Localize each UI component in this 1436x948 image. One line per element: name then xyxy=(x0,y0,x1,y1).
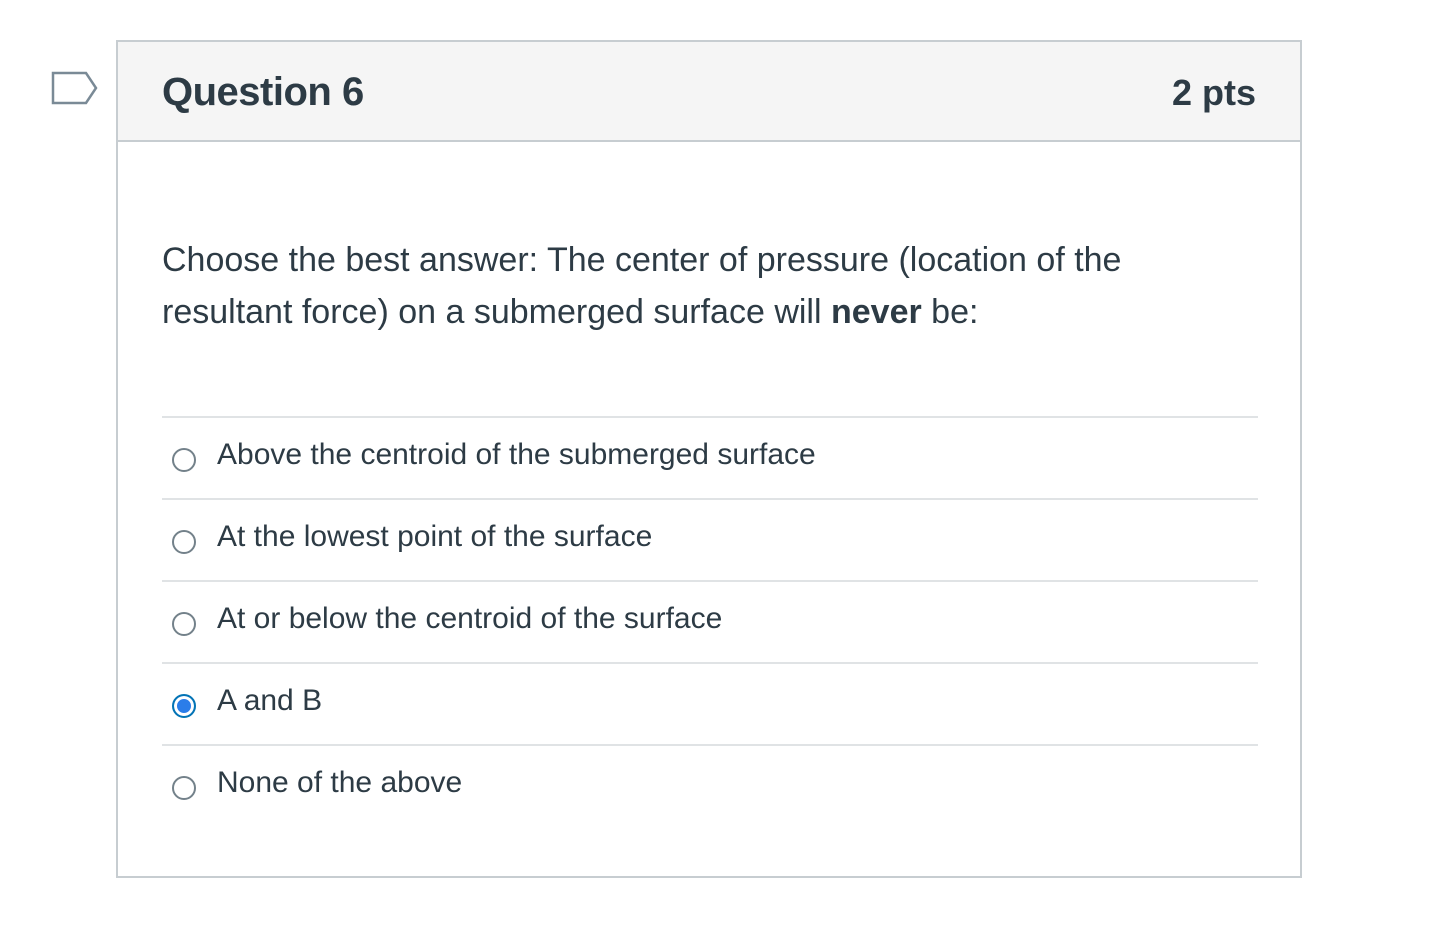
answer-label: Above the centroid of the submerged surf… xyxy=(217,438,816,471)
radio-button[interactable] xyxy=(172,612,196,636)
question-points: 2 pts xyxy=(1171,72,1256,113)
answer-label: At or below the centroid of the surface xyxy=(217,602,723,635)
radio-button[interactable] xyxy=(172,530,196,554)
answer-option[interactable]: At or below the centroid of the surface xyxy=(162,580,1258,662)
radio-button[interactable] xyxy=(172,694,196,718)
question-text-part: be: xyxy=(921,293,979,331)
radio-button[interactable] xyxy=(172,776,196,800)
question-title: Question 6 xyxy=(162,70,364,114)
question-card: Question 6 2 pts Choose the best answer:… xyxy=(116,40,1302,878)
radio-button[interactable] xyxy=(172,448,196,472)
question-text-emphasis: never xyxy=(830,293,922,331)
question-header: Question 6 2 pts xyxy=(118,42,1300,142)
flag-question-icon[interactable] xyxy=(50,70,100,108)
answer-label: At the lowest point of the surface xyxy=(217,520,653,553)
answer-label: A and B xyxy=(217,684,323,717)
answer-list: Above the centroid of the submerged surf… xyxy=(162,416,1258,826)
question-text: Choose the best answer: The center of pr… xyxy=(162,234,1222,338)
answer-label: None of the above xyxy=(217,766,463,799)
answer-option[interactable]: Above the centroid of the submerged surf… xyxy=(162,416,1258,498)
answer-option[interactable]: A and B xyxy=(162,662,1258,744)
answer-option[interactable]: None of the above xyxy=(162,744,1258,826)
answer-option[interactable]: At the lowest point of the surface xyxy=(162,498,1258,580)
